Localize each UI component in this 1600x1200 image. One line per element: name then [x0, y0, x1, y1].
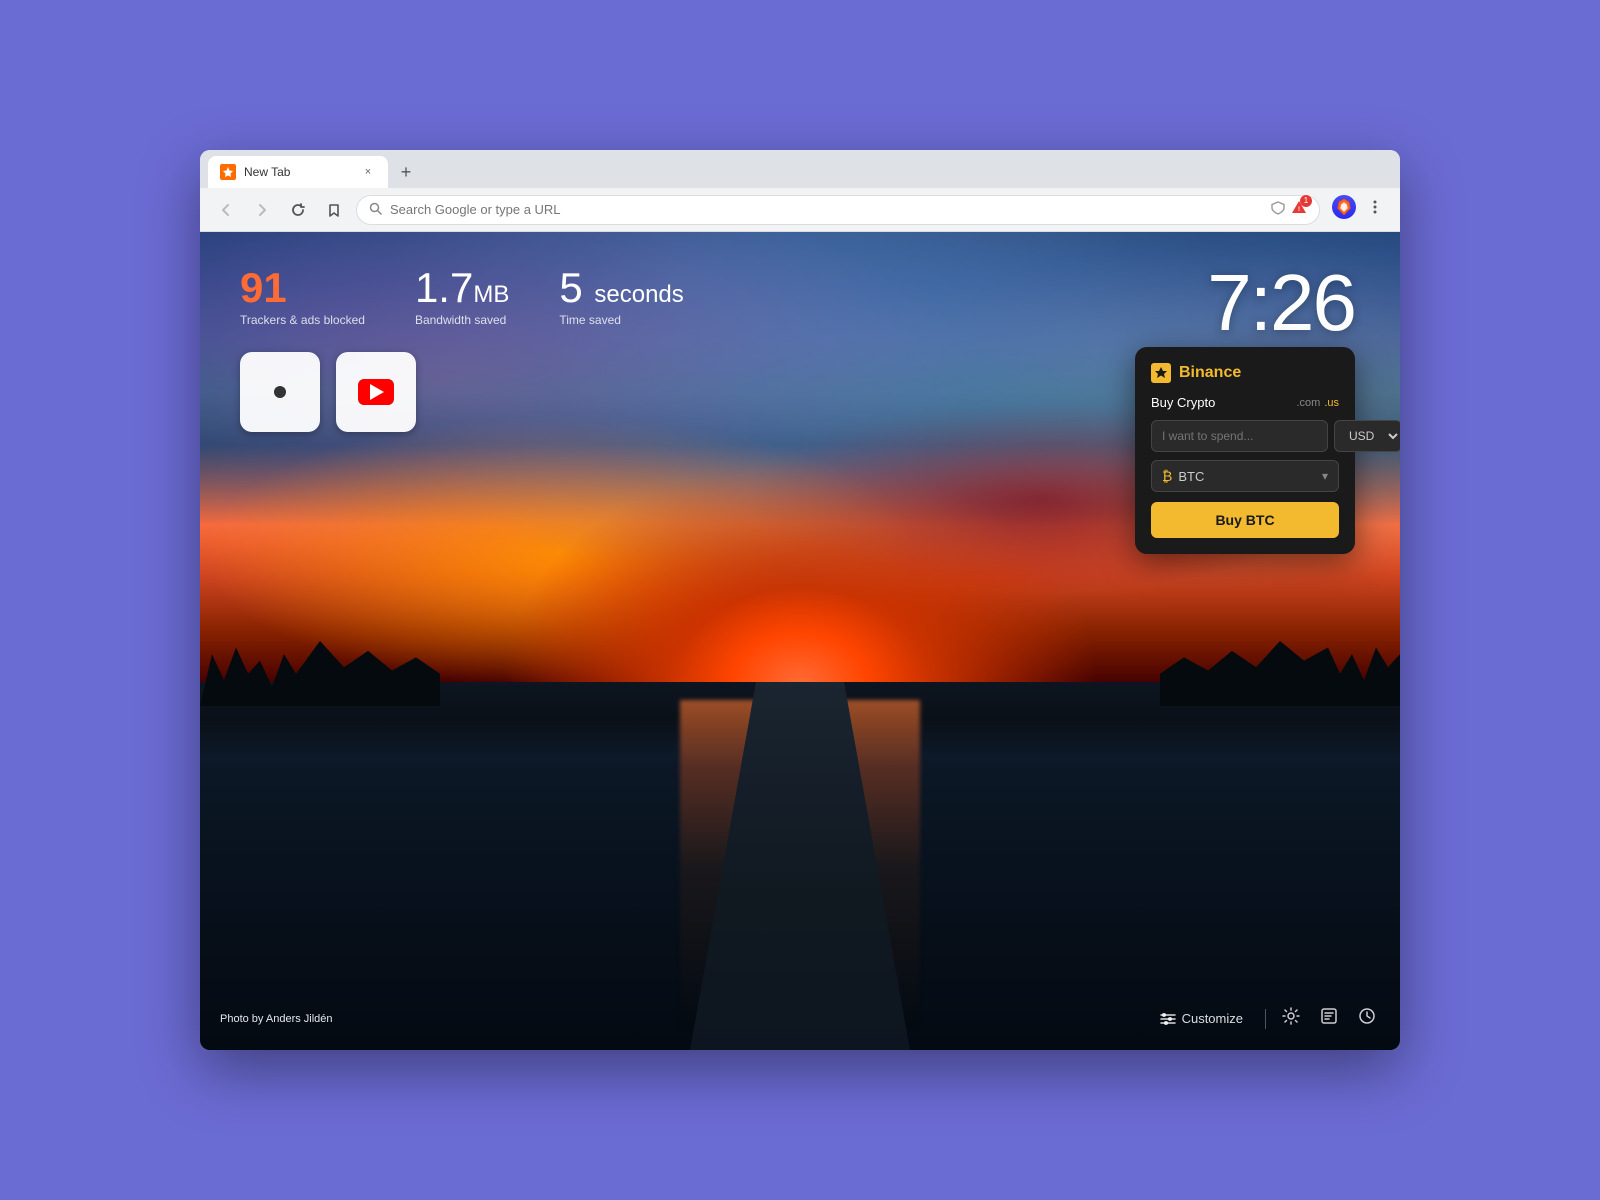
address-bar[interactable]: ! 1	[356, 195, 1320, 225]
currency-select[interactable]: USD EUR GBP	[1334, 420, 1400, 452]
dot-icon	[274, 386, 286, 398]
customize-label: Customize	[1182, 1011, 1243, 1026]
trackers-stat: 91 Trackers & ads blocked	[240, 267, 365, 327]
shortcuts-area	[240, 352, 416, 432]
address-bar-icons: ! 1	[1271, 200, 1307, 220]
tab-close-button[interactable]: ×	[360, 164, 376, 180]
youtube-play-icon	[370, 384, 384, 400]
new-tab-button[interactable]: +	[392, 158, 420, 186]
bookmark-button[interactable]	[320, 196, 348, 224]
time-number: 5 seconds	[559, 267, 683, 309]
history-icon-button[interactable]	[1354, 1003, 1380, 1034]
btc-icon: ₿	[1162, 468, 1172, 484]
coin-select-row[interactable]: ₿ BTC ▾	[1151, 460, 1339, 492]
bandwidth-number: 1.7MB	[415, 267, 509, 309]
trackers-count: 91	[240, 267, 365, 309]
binance-name: Binance	[1179, 364, 1241, 382]
url-input[interactable]	[390, 202, 1263, 217]
photographer-name[interactable]: Anders Jildén	[266, 1013, 333, 1025]
browser-menu-button[interactable]	[1362, 194, 1388, 225]
binance-widget: Binance Buy Crypto .com .us USD EUR GBP …	[1135, 347, 1355, 554]
search-icon	[369, 202, 382, 218]
settings-icon-button[interactable]	[1278, 1003, 1304, 1034]
forward-button[interactable]	[248, 196, 276, 224]
binance-logo	[1151, 363, 1171, 383]
time-label: Time saved	[559, 313, 683, 327]
main-content: 91 Trackers & ads blocked 1.7MB Bandwidt…	[200, 232, 1400, 1050]
youtube-icon	[358, 379, 394, 405]
buy-crypto-label: Buy Crypto	[1151, 395, 1215, 410]
navigation-bar: ! 1	[200, 188, 1400, 232]
binance-header: Binance	[1151, 363, 1339, 383]
tab-title: New Tab	[244, 165, 290, 179]
buy-crypto-row: Buy Crypto .com .us	[1151, 395, 1339, 410]
bandwidth-stat: 1.7MB Bandwidth saved	[415, 267, 509, 327]
shortcut-dot[interactable]	[240, 352, 320, 432]
customize-button[interactable]: Customize	[1150, 1006, 1253, 1032]
divider	[1265, 1009, 1266, 1029]
time-stat: 5 seconds Time saved	[559, 267, 683, 327]
browser-window: New Tab × +	[200, 150, 1400, 1050]
buy-btc-button[interactable]: Buy BTC	[1151, 502, 1339, 538]
title-bar: New Tab × +	[200, 150, 1400, 188]
bottom-actions: Customize	[1150, 1003, 1380, 1034]
domain-com-link[interactable]: .com	[1296, 397, 1320, 409]
shield-icon	[1271, 201, 1285, 218]
alert-icon: ! 1	[1291, 200, 1307, 220]
nav-right-buttons	[1332, 194, 1388, 225]
browser-tab[interactable]: New Tab ×	[208, 156, 388, 188]
svg-text:!: !	[1298, 207, 1300, 213]
amount-input[interactable]	[1151, 420, 1328, 452]
bottom-bar: Photo by Anders Jildén Customize	[200, 1003, 1400, 1034]
alert-badge-count: 1	[1300, 195, 1312, 207]
chevron-down-icon: ▾	[1322, 469, 1328, 483]
bandwidth-label: Bandwidth saved	[415, 313, 509, 327]
coin-name: BTC	[1178, 469, 1322, 484]
clock-display: 7:26	[1207, 257, 1355, 349]
amount-row: USD EUR GBP	[1151, 420, 1339, 452]
reload-button[interactable]	[284, 196, 312, 224]
domain-us-link[interactable]: .us	[1324, 397, 1339, 409]
brave-logo-button[interactable]	[1332, 195, 1356, 224]
back-button[interactable]	[212, 196, 240, 224]
tab-favicon	[220, 164, 236, 180]
stats-overlay: 91 Trackers & ads blocked 1.7MB Bandwidt…	[240, 267, 684, 327]
photo-credit: Photo by Anders Jildén	[220, 1013, 333, 1025]
bookmarks-icon-button[interactable]	[1316, 1003, 1342, 1034]
shortcut-youtube[interactable]	[336, 352, 416, 432]
domain-links: .com .us	[1296, 397, 1339, 409]
trackers-label: Trackers & ads blocked	[240, 313, 365, 327]
